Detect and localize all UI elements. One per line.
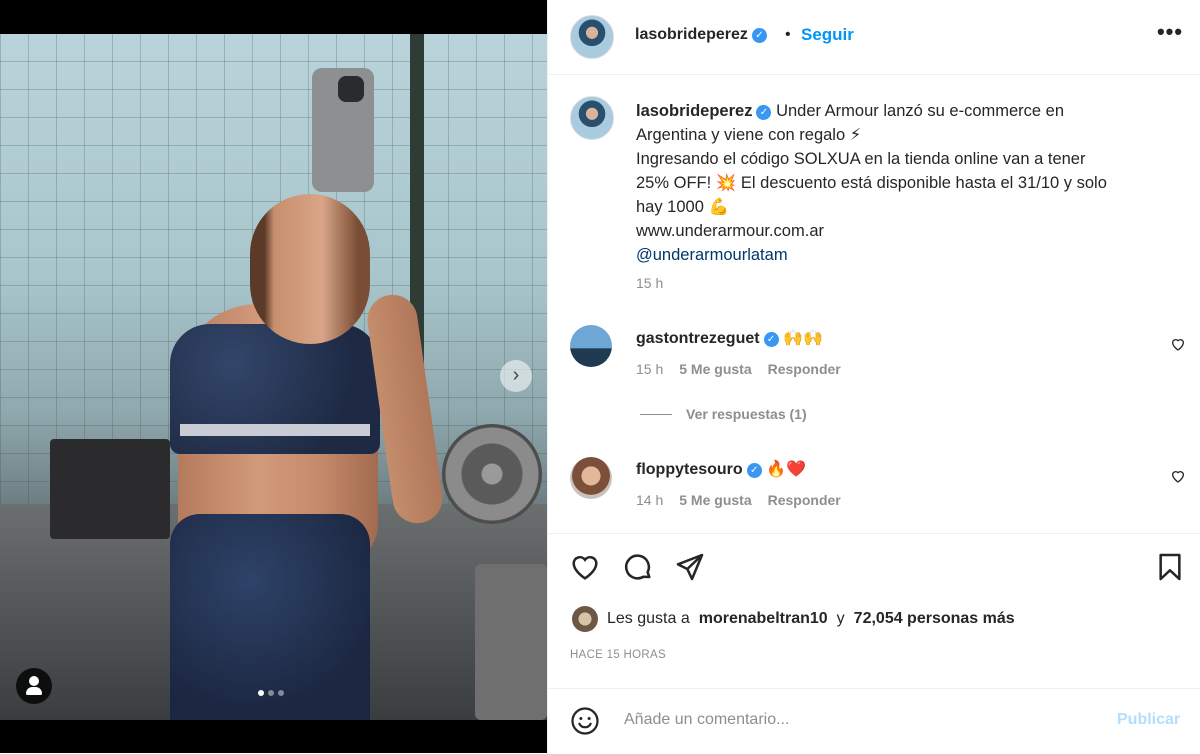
likes-connector: y [836, 610, 845, 627]
publish-button[interactable]: Publicar [1117, 711, 1180, 729]
view-replies-button[interactable]: Ver respuestas (1) [640, 406, 807, 422]
comment-like-heart-icon[interactable] [1170, 468, 1186, 484]
comment-likes[interactable]: 5 Me gusta [679, 492, 751, 508]
caption-username[interactable]: lasobrideperez [636, 102, 752, 120]
add-comment-bar: Publicar [548, 688, 1200, 754]
caption-timestamp[interactable]: 15 h [636, 275, 663, 291]
verified-badge-icon: ✓ [763, 332, 779, 347]
caption-text-line: hay 1000 💪 [636, 198, 730, 216]
reply-button[interactable]: Responder [768, 492, 841, 508]
comment-meta: 15 h 5 Me gusta Responder [636, 361, 841, 377]
post-actions-bar [548, 533, 1200, 604]
caption-avatar[interactable] [570, 96, 614, 140]
comment-meta: 14 h 5 Me gusta Responder [636, 492, 841, 508]
view-replies-label[interactable]: Ver respuestas (1) [686, 406, 807, 422]
likes-summary: Les gusta a morenabeltran10 y 72,054 per… [572, 606, 1015, 632]
comment-likes[interactable]: 5 Me gusta [679, 361, 751, 377]
caption-text-line: Argentina y viene con regalo ⚡ [636, 126, 862, 144]
comment: floppytesouro ✓ 🔥❤️ [636, 459, 806, 479]
verified-badge-icon: ✓ [756, 105, 772, 120]
equipment-rack [475, 564, 547, 720]
liker-avatar[interactable] [572, 606, 598, 632]
post-timestamp[interactable]: HACE 15 HORAS [570, 649, 666, 661]
emoji-icon[interactable] [570, 706, 600, 736]
weight-plate [442, 424, 542, 524]
post-media: › [0, 0, 547, 753]
next-slide-button[interactable]: › [500, 360, 532, 392]
caption-text-line: Ingresando el código SOLXUA en la tienda… [636, 150, 1086, 168]
carousel-dots [258, 690, 284, 696]
phone-in-hand [312, 68, 374, 192]
author-username[interactable]: lasobrideperez ✓ [635, 26, 767, 44]
caption-text-line: 25% OFF! 💥 El descuento está disponible … [636, 174, 1107, 192]
user-icon [29, 676, 39, 686]
separator-dot: • [785, 26, 791, 43]
liker-username[interactable]: morenabeltran10 [699, 610, 828, 628]
likes-count[interactable]: 72,054 personas más [854, 610, 1015, 628]
like-heart-icon[interactable] [569, 551, 601, 583]
comment-avatar[interactable] [570, 325, 612, 367]
person-figure [170, 184, 446, 720]
comment-username[interactable]: gastontrezeguet [636, 330, 760, 347]
carousel-dot [278, 690, 284, 696]
caption-mention-link[interactable]: @underarmourlatam [636, 243, 1136, 267]
comment-avatar[interactable] [570, 457, 612, 499]
reply-button[interactable]: Responder [768, 361, 841, 377]
more-options-icon[interactable]: ••• [1155, 21, 1185, 48]
post-side-panel: lasobrideperez ✓ • Seguir ••• lasobridepe… [547, 0, 1200, 753]
post-caption: lasobrideperez ✓ Under Armour lanzó su e-… [636, 99, 1136, 267]
instagram-post-view: › lasobrideperez ✓ • Seguir ••• lasobride… [0, 0, 1200, 753]
verified-badge-icon: ✓ [751, 28, 767, 43]
post-photo [0, 34, 547, 720]
save-bookmark-icon[interactable] [1154, 551, 1186, 583]
likes-prefix: Les gusta a [607, 610, 690, 627]
comment-like-heart-icon[interactable] [1170, 336, 1186, 352]
caption-url: www.underarmour.com.ar [636, 222, 824, 240]
author-avatar[interactable] [570, 15, 614, 59]
tagged-users-button[interactable] [16, 668, 52, 704]
comment-time[interactable]: 15 h [636, 361, 663, 377]
follow-button[interactable]: Seguir [801, 25, 854, 45]
share-send-icon[interactable] [674, 551, 706, 583]
comment: gastontrezeguet ✓ 🙌🙌 [636, 328, 823, 348]
verified-badge-icon: ✓ [746, 463, 762, 478]
caption-text-line: Under Armour lanzó su e-commerce en [776, 102, 1065, 120]
comment-bubble-icon[interactable] [622, 551, 654, 583]
comment-time[interactable]: 14 h [636, 492, 663, 508]
post-header: lasobrideperez ✓ • Seguir ••• [548, 0, 1200, 75]
comment-input[interactable] [622, 710, 1066, 730]
comment-username[interactable]: floppytesouro [636, 461, 743, 478]
comment-text: 🔥❤️ [766, 461, 806, 478]
carousel-dot [268, 690, 274, 696]
gym-bench [50, 439, 170, 539]
carousel-dot [258, 690, 264, 696]
comment-text: 🙌🙌 [783, 330, 823, 347]
